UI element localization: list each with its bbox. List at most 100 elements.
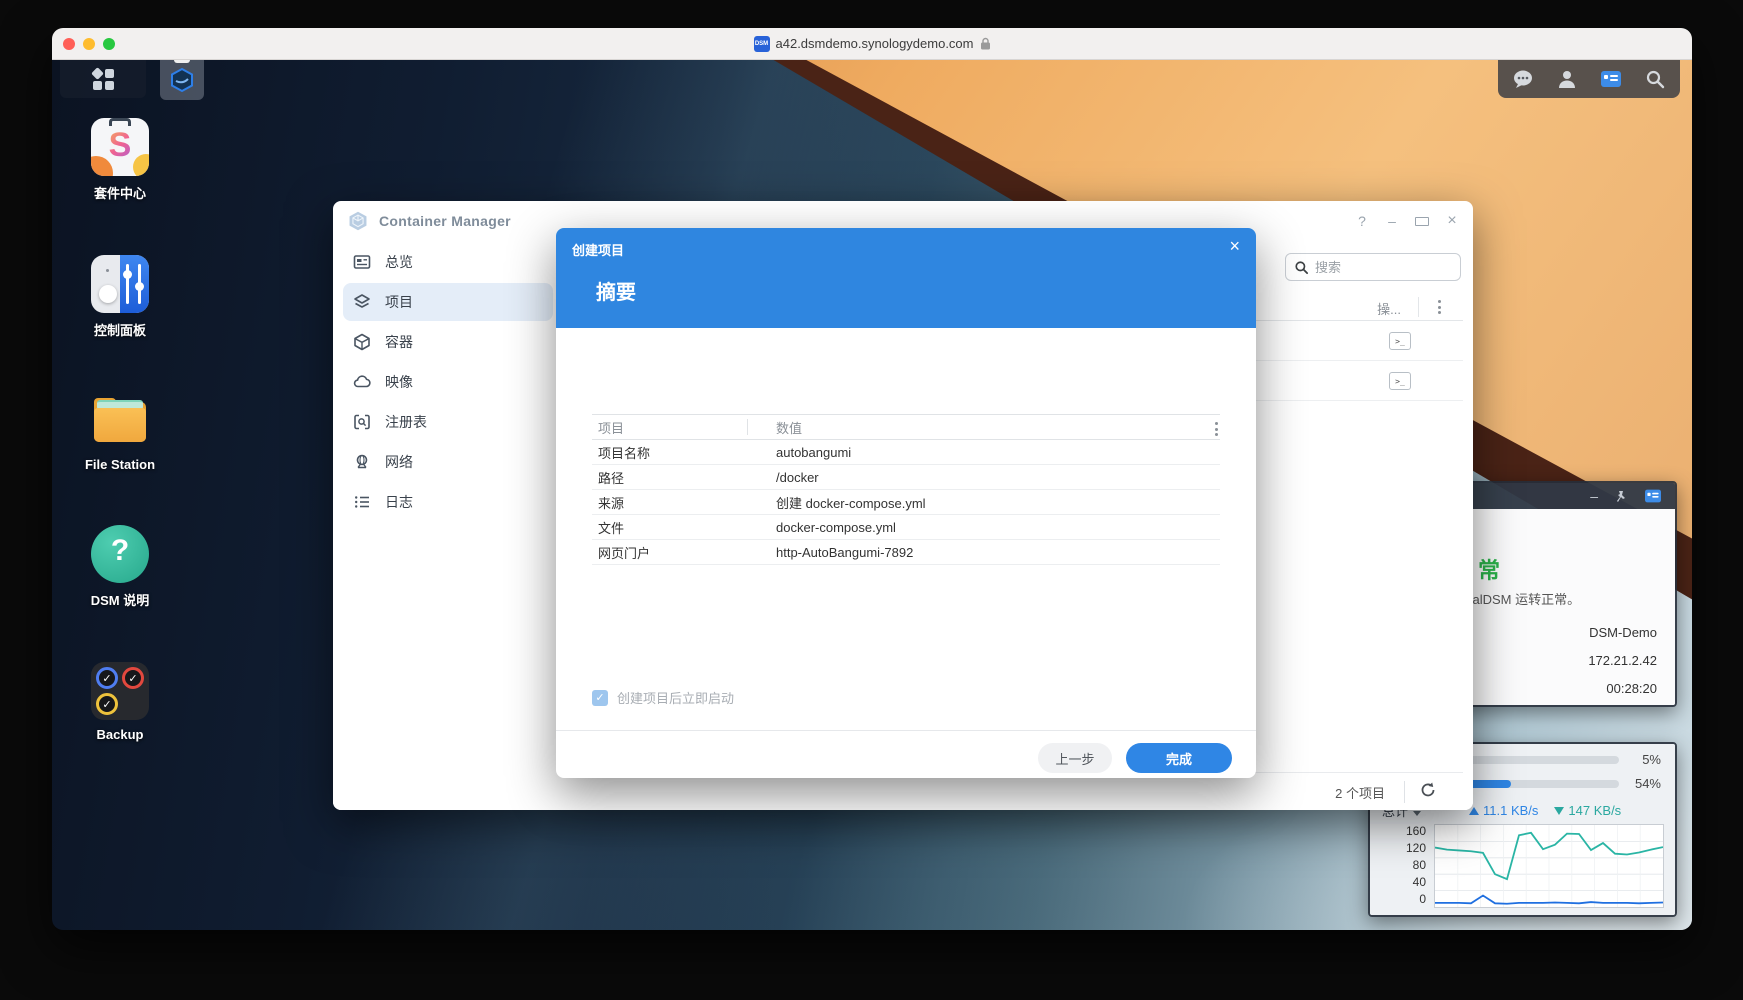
sidebar-item-registry[interactable]: 注册表 xyxy=(343,403,553,441)
desktop-icon-dsm-help[interactable]: ? DSM 说明 xyxy=(64,525,176,609)
search-icon[interactable] xyxy=(1644,68,1666,90)
desktop-icon-label: 控制面板 xyxy=(93,323,146,338)
row-value: docker-compose.yml xyxy=(776,519,896,535)
desktop-icon-label: DSM 说明 xyxy=(90,593,150,608)
network-icon xyxy=(356,454,368,469)
desktop-icon-label: Backup xyxy=(96,727,144,742)
pin-icon[interactable] xyxy=(1614,490,1627,503)
start-after-create-checkbox[interactable]: ✓ 创建项目后立即启动 xyxy=(592,688,734,707)
sidebar-label: 容器 xyxy=(385,334,413,350)
refresh-icon[interactable] xyxy=(1419,781,1437,799)
summary-row: 来源 创建 docker-compose.yml xyxy=(592,490,1220,515)
row-label: 来源 xyxy=(598,495,625,511)
desktop-icon-label: File Station xyxy=(84,457,156,472)
dialog-footer: 上一步 完成 xyxy=(556,730,1256,778)
widget-panel-icon[interactable] xyxy=(1645,489,1661,503)
desktop-icon-package-center[interactable]: S 套件中心 xyxy=(64,118,176,202)
backup-yellow-badge: ✓ xyxy=(96,693,118,715)
sidebar-item-projects[interactable]: 项目 xyxy=(343,283,553,321)
minimize-traffic-light[interactable] xyxy=(83,38,95,50)
widgets-icon[interactable] xyxy=(1600,68,1622,90)
dialog-close-button[interactable]: × xyxy=(1229,236,1240,257)
project-search-box[interactable] xyxy=(1285,253,1461,281)
sidebar-item-overview[interactable]: 总览 xyxy=(343,243,553,281)
row-label: 路径 xyxy=(598,470,625,486)
desktop-icon-control-panel[interactable]: 控制面板 xyxy=(64,255,176,339)
row-label: 文件 xyxy=(598,520,625,536)
close-traffic-light[interactable] xyxy=(63,38,75,50)
download-rate: 147 KB/s xyxy=(1554,803,1621,818)
dsm-desktop: S 套件中心 控制面板 File Station ? DSM 说明 ✓ ✓ ✓ … xyxy=(52,60,1692,930)
terminal-button[interactable]: >_ xyxy=(1389,372,1411,390)
row-label: 项目名称 xyxy=(598,445,651,461)
terminal-button[interactable]: >_ xyxy=(1389,332,1411,350)
table-options-icon[interactable] xyxy=(1215,422,1218,436)
finish-button[interactable]: 完成 xyxy=(1126,743,1232,773)
sidebar-item-logs[interactable]: 日志 xyxy=(343,483,553,521)
dsm-help-icon: ? xyxy=(91,525,149,583)
lock-icon xyxy=(980,37,990,50)
server-name-value: DSM-Demo xyxy=(1589,625,1657,640)
dialog-step-title: 摘要 xyxy=(596,282,636,304)
back-button[interactable]: 上一步 xyxy=(1038,743,1112,773)
summary-table-header: 项目 数值 xyxy=(592,414,1220,440)
sidebar-label: 注册表 xyxy=(385,414,427,430)
maximize-traffic-light[interactable] xyxy=(103,38,115,50)
overview-icon xyxy=(353,255,371,269)
sidebar-label: 项目 xyxy=(385,294,413,310)
sidebar-label: 总览 xyxy=(385,254,413,270)
browser-window: DSM a42.dsmdemo.synologydemo.com S 套件中心 … xyxy=(52,28,1692,930)
value-column-header: 数值 xyxy=(776,420,803,436)
sidebar-item-containers[interactable]: 容器 xyxy=(343,323,553,361)
cm-maximize-button[interactable] xyxy=(1415,213,1429,229)
network-traffic-chart: 160 120 80 40 0 xyxy=(1380,822,1668,910)
action-column-header: 操... xyxy=(1377,302,1401,317)
summary-row: 文件 docker-compose.yml xyxy=(592,515,1220,540)
cm-minimize-button[interactable]: – xyxy=(1385,213,1399,229)
row-value: 创建 docker-compose.yml xyxy=(776,495,926,511)
cm-close-button[interactable]: × xyxy=(1445,212,1459,230)
cm-help-button[interactable]: ? xyxy=(1355,213,1369,229)
control-panel-icon xyxy=(91,255,149,313)
package-center-icon: S xyxy=(91,118,149,176)
download-arrow-icon xyxy=(1554,807,1565,815)
notifications-icon[interactable] xyxy=(1512,68,1534,90)
health-status: 常 xyxy=(1478,558,1501,583)
browser-titlebar: DSM a42.dsmdemo.synologydemo.com xyxy=(52,28,1692,60)
create-project-dialog: 创建项目 × 摘要 项目 数值 项目名称 autobangumi 路径 /doc… xyxy=(556,228,1256,778)
row-value: /docker xyxy=(776,469,819,485)
sidebar-label: 日志 xyxy=(385,494,413,510)
main-menu-button[interactable] xyxy=(60,60,146,98)
cm-window-title: Container Manager xyxy=(379,213,511,229)
search-input[interactable] xyxy=(1315,259,1435,275)
projects-icon xyxy=(354,294,370,308)
sidebar-item-images[interactable]: 映像 xyxy=(343,363,553,401)
backup-red-badge: ✓ xyxy=(122,667,144,689)
dsm-favicon: DSM xyxy=(753,35,770,52)
backup-icon: ✓ ✓ ✓ xyxy=(91,662,149,720)
desktop-icon-backup[interactable]: ✓ ✓ ✓ Backup xyxy=(64,662,176,742)
registry-icon xyxy=(354,414,370,430)
row-label: 网页门户 xyxy=(598,545,651,561)
file-station-icon xyxy=(91,392,149,450)
container-manager-icon xyxy=(171,67,193,93)
user-icon[interactable] xyxy=(1556,68,1578,90)
active-task-indicator xyxy=(174,60,190,63)
address-bar[interactable]: DSM a42.dsmdemo.synologydemo.com xyxy=(753,35,991,52)
desktop-icon-file-station[interactable]: File Station xyxy=(64,392,176,472)
checkbox-checked-icon: ✓ xyxy=(592,689,608,706)
taskbar-tray xyxy=(1498,60,1680,98)
search-icon xyxy=(1295,260,1309,274)
taskbar-item-container-manager[interactable] xyxy=(160,60,204,100)
desktop-icon-column: S 套件中心 控制面板 File Station ? DSM 说明 ✓ ✓ ✓ … xyxy=(64,118,176,795)
sidebar-item-network[interactable]: 网络 xyxy=(343,443,553,481)
containers-icon xyxy=(354,333,370,351)
upload-rate: 11.1 KB/s xyxy=(1469,803,1538,818)
images-icon xyxy=(353,375,371,388)
widget-minimize-icon[interactable]: – xyxy=(1590,488,1598,504)
column-options-icon[interactable] xyxy=(1438,300,1441,314)
checkbox-label: 创建项目后立即启动 xyxy=(617,691,735,706)
desktop-icon-label: 套件中心 xyxy=(93,186,146,201)
uptime-value: 00:28:20 xyxy=(1606,681,1657,696)
caret-down-icon xyxy=(1413,811,1422,816)
